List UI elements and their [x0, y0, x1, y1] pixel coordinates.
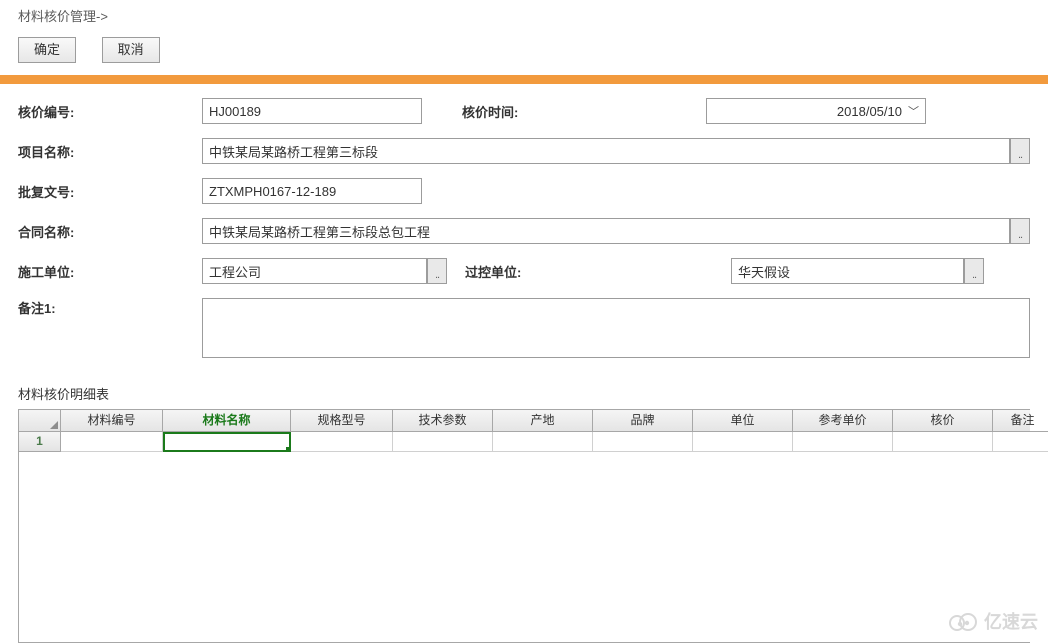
col-tech[interactable]: 技术参数 — [393, 410, 493, 432]
grid-corner[interactable] — [19, 410, 61, 432]
cell-origin[interactable] — [493, 432, 593, 452]
input-contract[interactable] — [202, 218, 1010, 244]
label-contract: 合同名称: — [18, 222, 202, 241]
input-project[interactable] — [202, 138, 1010, 164]
grid-header-row: 材料编号 材料名称 规格型号 技术参数 产地 品牌 单位 参考单价 核价 备注 — [19, 410, 1030, 432]
input-date[interactable]: 2018/05/10 ﹀ — [706, 98, 926, 124]
detail-grid: 材料编号 材料名称 规格型号 技术参数 产地 品牌 单位 参考单价 核价 备注 … — [18, 409, 1030, 643]
col-unit[interactable]: 单位 — [693, 410, 793, 432]
cell-tech[interactable] — [393, 432, 493, 452]
col-memo[interactable]: 备注 — [993, 410, 1048, 432]
lookup-project-button[interactable]: .. — [1010, 138, 1030, 164]
cell-spec[interactable] — [291, 432, 393, 452]
lookup-controller-button[interactable]: .. — [964, 258, 984, 284]
cell-material-id[interactable] — [61, 432, 163, 452]
cell-material-name[interactable] — [163, 432, 291, 452]
grid-body[interactable]: 1 — [19, 432, 1030, 642]
col-ref-price[interactable]: 参考单价 — [793, 410, 893, 432]
cell-brand[interactable] — [593, 432, 693, 452]
col-material-id[interactable]: 材料编号 — [61, 410, 163, 432]
label-code: 核价编号: — [18, 102, 202, 121]
lookup-builder-button[interactable]: .. — [427, 258, 447, 284]
cancel-button[interactable]: 取消 — [102, 37, 160, 63]
col-price[interactable]: 核价 — [893, 410, 993, 432]
grid-title: 材料核价明细表 — [0, 380, 1048, 407]
input-builder[interactable] — [202, 258, 427, 284]
input-code[interactable] — [202, 98, 422, 124]
table-row[interactable]: 1 — [19, 432, 1030, 452]
date-value: 2018/05/10 — [837, 104, 902, 119]
chevron-down-icon: ﹀ — [908, 103, 919, 119]
label-approval: 批复文号: — [18, 182, 202, 201]
input-controller[interactable] — [731, 258, 964, 284]
input-approval[interactable] — [202, 178, 422, 204]
row-number[interactable]: 1 — [19, 432, 61, 452]
form-area: 核价编号: 核价时间: 2018/05/10 ﹀ 项目名称: .. 批复文号: … — [0, 84, 1048, 380]
label-controller: 过控单位: — [465, 262, 665, 281]
ok-button[interactable]: 确定 — [18, 37, 76, 63]
col-origin[interactable]: 产地 — [493, 410, 593, 432]
label-project: 项目名称: — [18, 142, 202, 161]
input-memo1[interactable] — [202, 298, 1030, 358]
col-spec[interactable]: 规格型号 — [291, 410, 393, 432]
col-material-name[interactable]: 材料名称 — [163, 410, 291, 432]
breadcrumb: 材料核价管理-> — [0, 0, 1048, 29]
cell-unit[interactable] — [693, 432, 793, 452]
label-time: 核价时间: — [462, 102, 706, 121]
cell-price[interactable] — [893, 432, 993, 452]
toolbar: 确定 取消 — [0, 29, 1048, 75]
label-builder: 施工单位: — [18, 262, 202, 281]
lookup-contract-button[interactable]: .. — [1010, 218, 1030, 244]
label-memo1: 备注1: — [18, 298, 202, 317]
cell-ref[interactable] — [793, 432, 893, 452]
divider-accent — [0, 75, 1048, 84]
col-brand[interactable]: 品牌 — [593, 410, 693, 432]
cell-memo[interactable] — [993, 432, 1048, 452]
